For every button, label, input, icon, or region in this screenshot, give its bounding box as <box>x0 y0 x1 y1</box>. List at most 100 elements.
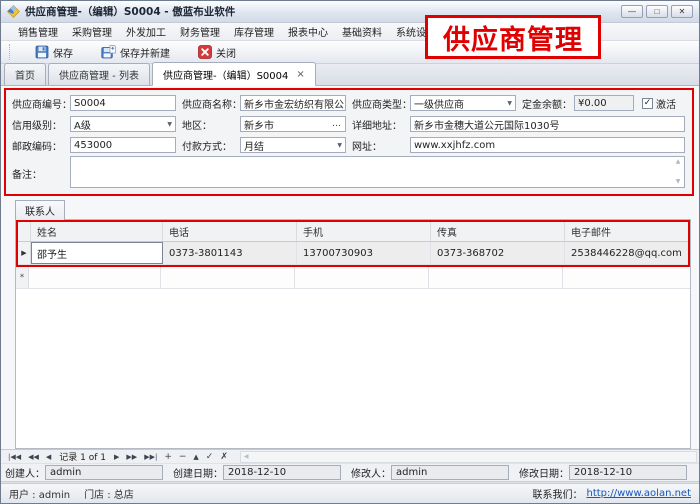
supplier-type-label: 供应商类型： <box>352 96 410 111</box>
menu-finance[interactable]: 财务管理 <box>173 24 227 39</box>
record-count-text: 记录 1 of 1 <box>55 450 110 463</box>
close-window-button[interactable]: ✕ <box>671 5 693 18</box>
payment-method-select[interactable]: 月结 ▼ <box>240 137 346 153</box>
close-form-button[interactable]: 关闭 <box>191 43 243 62</box>
maximize-button[interactable]: □ <box>646 5 668 18</box>
nav-next-page-button[interactable]: ▶▶ <box>123 451 140 463</box>
menu-basic-data[interactable]: 基础资料 <box>335 24 389 39</box>
modified-by-label: 修改人： <box>351 465 391 480</box>
nav-prev-page-button[interactable]: ◀◀ <box>25 451 42 463</box>
column-header-mobile[interactable]: 手机 <box>297 222 431 241</box>
scroll-down-icon[interactable]: ▼ <box>676 179 681 185</box>
tab-home[interactable]: 首页 <box>4 63 46 85</box>
ellipsis-icon[interactable]: … <box>332 119 342 129</box>
status-bar: 用户 : admin 门店 : 总店 联系我们： http://www.aola… <box>1 483 699 503</box>
supplier-name-label: 供应商名称： <box>182 96 240 111</box>
website-link[interactable]: http://www.aolan.net <box>586 488 691 499</box>
content-area: 供应商编号： S0004 供应商名称： 新乡市金宏纺织有限公司 供应商类型： 一… <box>1 86 699 449</box>
region-field[interactable]: 新乡市 … <box>240 116 346 132</box>
remarks-scrollbar[interactable]: ▲ ▼ <box>672 157 684 187</box>
remarks-textarea[interactable]: ▲ ▼ <box>70 156 685 188</box>
cell-mobile[interactable]: 13700730903 <box>297 242 431 264</box>
supplier-type-select[interactable]: 一级供应商 ▼ <box>410 95 516 111</box>
save-and-new-button-label: 保存并新建 <box>120 45 170 60</box>
tab-contacts[interactable]: 联系人 <box>15 200 65 220</box>
address-label: 详细地址： <box>352 117 410 132</box>
cell-fax[interactable]: 0373-368702 <box>431 242 565 264</box>
horizontal-scrollbar[interactable]: ◀ <box>240 451 697 463</box>
column-header-fax[interactable]: 传真 <box>431 222 565 241</box>
record-navigator: |◀◀ ◀◀ ◀ 记录 1 of 1 ▶ ▶▶ ▶▶| + − ▲ ✓ ✗ ◀ <box>1 449 699 463</box>
supplier-code-field[interactable]: S0004 <box>70 95 176 111</box>
cell-phone[interactable]: 0373-3801143 <box>163 242 297 264</box>
credit-level-select[interactable]: A级 ▼ <box>70 116 176 132</box>
nav-first-button[interactable]: |◀◀ <box>5 451 24 463</box>
supplier-name-field[interactable]: 新乡市金宏纺织有限公司 <box>240 95 346 111</box>
nav-delete-button[interactable]: − <box>176 451 190 463</box>
app-icon <box>7 5 20 18</box>
cell-name-empty[interactable] <box>29 267 161 288</box>
remarks-label: 备注： <box>12 166 70 181</box>
save-and-new-button[interactable]: 保存并新建 <box>94 43 177 62</box>
menu-purchasing[interactable]: 采购管理 <box>65 24 119 39</box>
modified-date-label: 修改日期： <box>519 465 569 480</box>
nav-prev-button[interactable]: ◀ <box>43 451 54 463</box>
address-field[interactable]: 新乡市金穗大道公元国际1030号 <box>410 116 685 132</box>
toolbar-grip <box>9 44 12 60</box>
minimize-button[interactable]: — <box>621 5 643 18</box>
floppy-disk-icon <box>35 45 49 59</box>
menu-outsourcing[interactable]: 外发加工 <box>119 24 173 39</box>
chevron-down-icon[interactable]: ▼ <box>507 100 512 107</box>
nav-next-button[interactable]: ▶ <box>111 451 122 463</box>
website-label: 网址： <box>352 138 410 153</box>
postcode-field[interactable]: 453000 <box>70 137 176 153</box>
table-row-contact-1: ▶ 邵予生 0373-3801143 13700730903 0373-3687… <box>18 242 688 265</box>
annotation-supplier-management: 供应商管理 <box>425 15 601 59</box>
status-user: 用户 : admin <box>9 486 70 501</box>
contacts-grid-header: 姓名 电话 手机 传真 电子邮件 <box>18 222 688 242</box>
nav-post-button[interactable]: ✓ <box>203 451 217 463</box>
supplier-form: 供应商编号： S0004 供应商名称： 新乡市金宏纺织有限公司 供应商类型： 一… <box>4 88 694 196</box>
tab-supplier-edit[interactable]: 供应商管理-（编辑）S0004 × <box>152 62 316 86</box>
menu-sales[interactable]: 销售管理 <box>11 24 65 39</box>
cell-mobile-empty[interactable] <box>295 267 429 288</box>
tab-supplier-list[interactable]: 供应商管理 - 列表 <box>48 63 150 85</box>
chevron-down-icon[interactable]: ▼ <box>337 142 342 149</box>
status-right: 联系我们： http://www.aolan.net <box>532 486 691 501</box>
table-row-new: * <box>16 267 690 289</box>
close-red-icon <box>198 45 212 59</box>
nav-last-button[interactable]: ▶▶| <box>141 451 160 463</box>
active-checkbox-wrap: ✓ 激活 <box>642 96 676 111</box>
form-row-2: 信用级别： A级 ▼ 地区： 新乡市 … 详细地址： 新乡市金穗大道公元国际10… <box>12 114 687 134</box>
cell-name[interactable]: 邵予生 <box>31 242 163 264</box>
menu-reports[interactable]: 报表中心 <box>281 24 335 39</box>
checkmark-icon: ✓ <box>644 99 652 108</box>
nav-append-button[interactable]: + <box>161 451 175 463</box>
tab-close-icon[interactable]: × <box>296 71 304 79</box>
status-left: 用户 : admin 门店 : 总店 <box>9 486 134 501</box>
save-button-label: 保存 <box>53 45 73 60</box>
scroll-left-icon[interactable]: ◀ <box>241 453 249 460</box>
nav-cancel-button[interactable]: ✗ <box>217 451 231 463</box>
status-store: 门店 : 总店 <box>84 486 134 501</box>
cell-phone-empty[interactable] <box>161 267 295 288</box>
scroll-up-icon[interactable]: ▲ <box>676 159 681 165</box>
save-button[interactable]: 保存 <box>28 43 80 62</box>
active-checkbox[interactable]: ✓ <box>642 98 653 109</box>
cell-email[interactable]: 2538446228@qq.com <box>565 242 688 264</box>
website-field[interactable]: www.xxjhfz.com <box>410 137 685 153</box>
column-header-name[interactable]: 姓名 <box>31 222 163 241</box>
menu-inventory[interactable]: 库存管理 <box>227 24 281 39</box>
annotation-contacts-highlight: 姓名 电话 手机 传真 电子邮件 ▶ 邵予生 0373-3801143 1370… <box>16 220 690 267</box>
new-row-marker: * <box>16 267 29 288</box>
cell-email-empty[interactable] <box>563 267 690 288</box>
created-date-label: 创建日期： <box>173 465 223 480</box>
column-header-phone[interactable]: 电话 <box>163 222 297 241</box>
cell-fax-empty[interactable] <box>429 267 563 288</box>
app-window: 供应商管理-（编辑）S0004 - 傲蓝布业软件 — □ ✕ 供应商管理 销售管… <box>0 0 700 504</box>
chevron-down-icon[interactable]: ▼ <box>167 121 172 128</box>
column-header-email[interactable]: 电子邮件 <box>565 222 688 241</box>
nav-edit-button[interactable]: ▲ <box>190 451 201 463</box>
form-row-3: 邮政编码： 453000 付款方式： 月结 ▼ 网址： www.xxjhfz.c… <box>12 135 687 155</box>
active-checkbox-label: 激活 <box>656 96 676 111</box>
